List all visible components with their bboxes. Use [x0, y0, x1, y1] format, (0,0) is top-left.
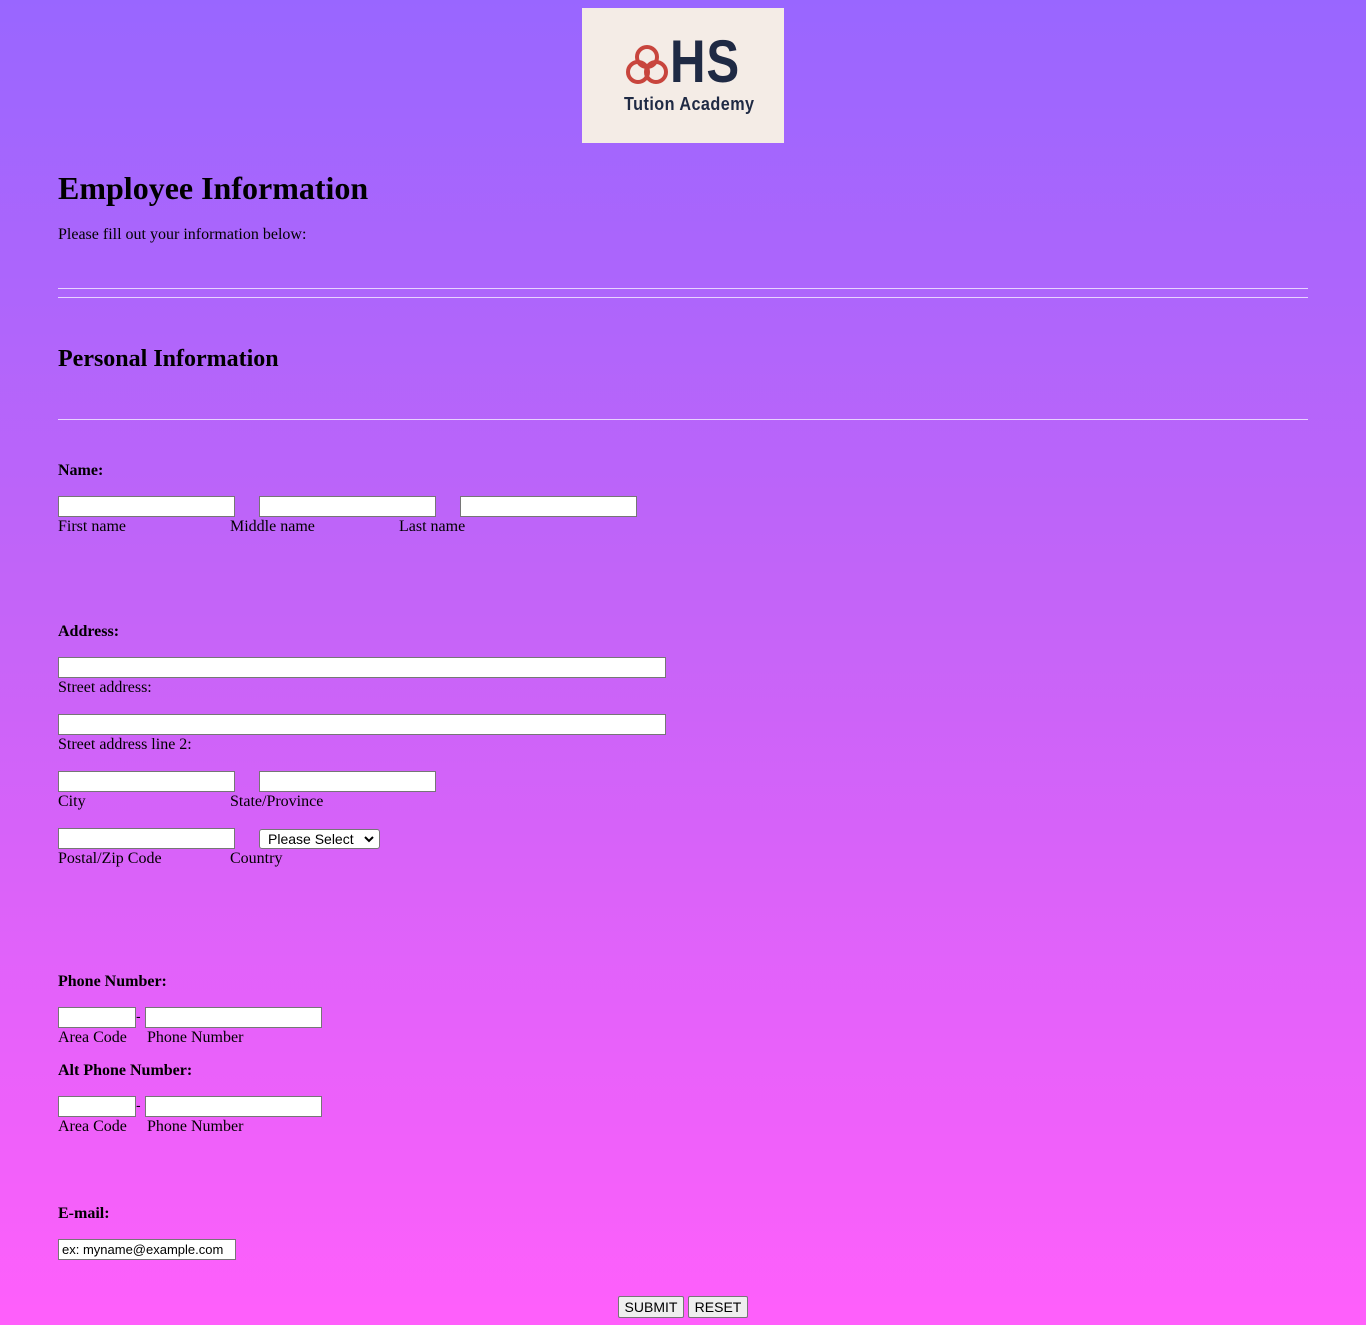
phone-label: Phone Number: [58, 973, 167, 990]
alt-phone-separator: - [136, 1097, 141, 1113]
middle-name-sublabel: Middle name [230, 518, 315, 535]
street-address-line2-input[interactable] [58, 714, 666, 735]
phone-number-input[interactable] [145, 1007, 322, 1028]
alt-phone-number-input[interactable] [145, 1096, 322, 1117]
phone-area-code-input[interactable] [58, 1007, 136, 1028]
alt-phone-label: Alt Phone Number: [58, 1062, 193, 1079]
street-address-sublabel: Street address: [58, 679, 152, 696]
postal-code-sublabel: Postal/Zip Code [58, 850, 162, 867]
section-title: Personal Information [58, 346, 279, 372]
email-label: E-mail: [58, 1205, 110, 1222]
chevron-down-icon [364, 836, 374, 843]
address-label: Address: [58, 623, 120, 640]
alt-phone-area-code-input[interactable] [58, 1096, 136, 1117]
street-address-input[interactable] [58, 657, 666, 678]
reset-button[interactable]: RESET [688, 1296, 748, 1318]
postal-code-input[interactable] [58, 828, 235, 849]
email-input[interactable] [58, 1239, 236, 1260]
logo-rings-icon [626, 45, 668, 84]
academy-logo: HS Tution Academy [582, 8, 784, 143]
first-name-sublabel: First name [58, 518, 126, 535]
header-divider-bottom [58, 297, 1308, 298]
city-sublabel: City [58, 793, 86, 810]
submit-button[interactable]: SUBMIT [618, 1296, 684, 1318]
last-name-input[interactable] [460, 496, 637, 517]
state-province-input[interactable] [259, 771, 436, 792]
page-title: Employee Information [58, 170, 369, 206]
phone-area-code-sublabel: Area Code [58, 1029, 127, 1046]
last-name-sublabel: Last name [399, 518, 466, 535]
country-select[interactable]: Please Select [259, 829, 380, 849]
alt-phone-number-sublabel: Phone Number [147, 1118, 244, 1135]
alt-phone-area-code-sublabel: Area Code [58, 1118, 127, 1135]
country-sublabel: Country [230, 850, 283, 867]
first-name-input[interactable] [58, 496, 235, 517]
name-label: Name: [58, 462, 104, 479]
phone-number-sublabel: Phone Number [147, 1029, 244, 1046]
country-select-value: Please Select [268, 831, 354, 847]
street-address-line2-sublabel: Street address line 2: [58, 736, 192, 753]
header-divider-top [58, 288, 1308, 289]
page-subtitle: Please fill out your information below: [58, 226, 307, 243]
employee-form-page: HS Tution Academy Employee Information P… [0, 0, 1366, 1325]
state-province-sublabel: State/Province [230, 793, 324, 810]
phone-separator: - [136, 1008, 141, 1024]
middle-name-input[interactable] [259, 496, 436, 517]
logo-tagline: Tution Academy [624, 94, 755, 114]
city-input[interactable] [58, 771, 235, 792]
logo-brand-text: HS [670, 28, 740, 95]
section-divider [58, 419, 1308, 420]
